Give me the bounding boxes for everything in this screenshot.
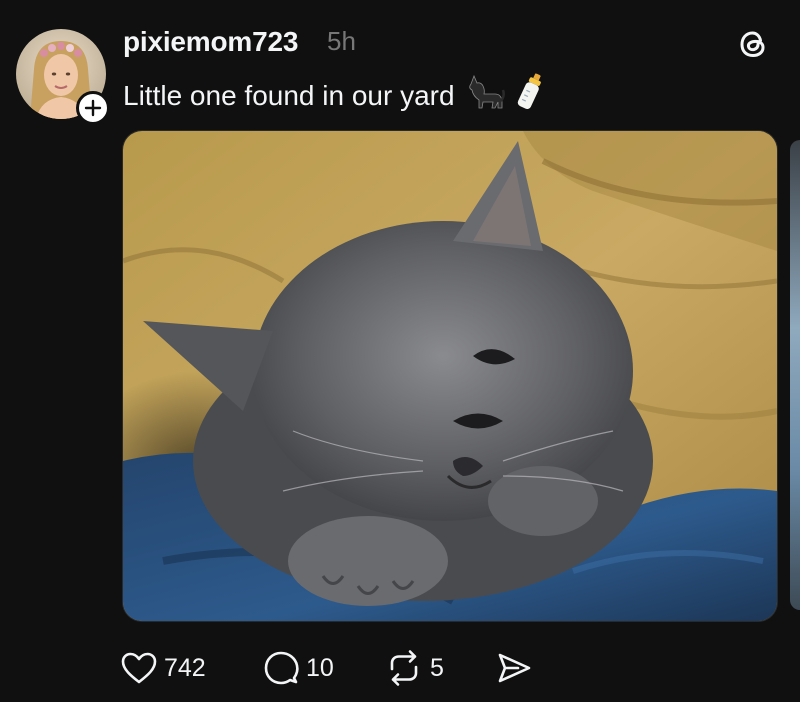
post-timestamp: 5h (327, 26, 356, 56)
post-caption: Little one found in our yard (123, 72, 545, 119)
post-media-image[interactable] (122, 130, 778, 622)
heart-icon (121, 652, 157, 684)
send-icon (498, 653, 531, 683)
reply-count: 10 (306, 653, 334, 682)
threads-logo-icon[interactable] (735, 26, 771, 62)
share-button[interactable] (496, 648, 532, 688)
like-button[interactable]: 742 (120, 648, 206, 688)
repost-button[interactable]: 5 (384, 648, 444, 688)
comment-icon (264, 651, 299, 685)
repost-icon (390, 650, 418, 686)
reply-button[interactable]: 10 (262, 648, 334, 688)
next-media-preview[interactable] (790, 140, 800, 610)
plus-icon (84, 99, 102, 117)
black-cat-icon (465, 74, 505, 117)
username[interactable]: pixiemom723 (123, 26, 298, 58)
follow-button[interactable] (76, 91, 110, 125)
repost-count: 5 (430, 653, 444, 682)
baby-bottle-icon (515, 72, 545, 119)
like-count: 742 (164, 653, 206, 682)
kitten-photo (123, 131, 777, 621)
caption-text: Little one found in our yard (123, 79, 455, 111)
